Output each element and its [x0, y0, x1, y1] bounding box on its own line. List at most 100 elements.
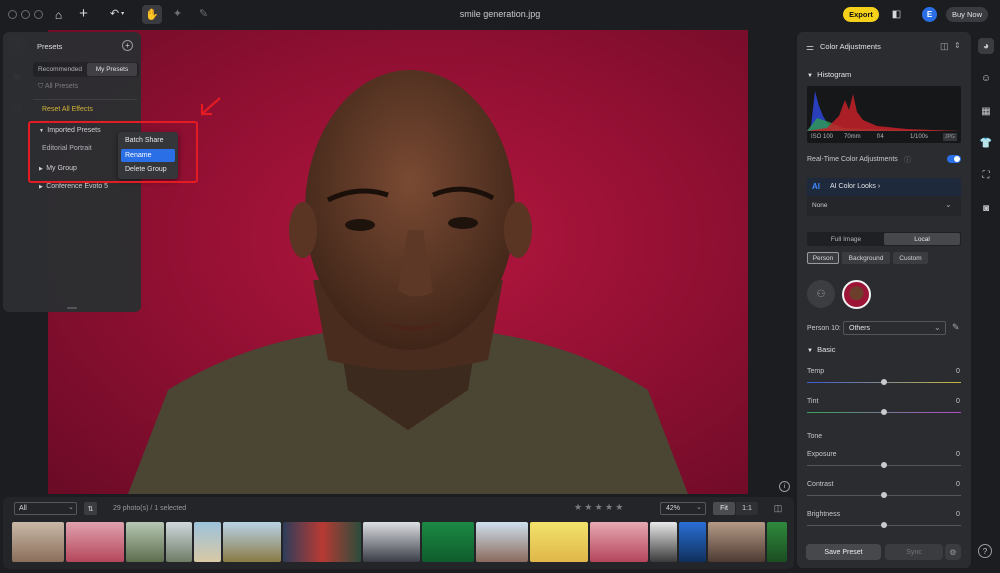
- person-thumbnail[interactable]: [842, 280, 871, 309]
- realtime-toggle[interactable]: [947, 155, 961, 163]
- export-button[interactable]: Export: [843, 7, 879, 22]
- tint-slider[interactable]: [807, 409, 961, 415]
- tint-slider-knob[interactable]: [881, 409, 887, 415]
- person-select[interactable]: Others ⌄: [843, 321, 946, 335]
- help-icon[interactable]: ?: [978, 544, 992, 558]
- clothing-icon[interactable]: 👕: [978, 135, 994, 151]
- split-view-icon[interactable]: ◫: [771, 502, 785, 515]
- photo-thumbnail[interactable]: [283, 522, 361, 562]
- tab-person[interactable]: Person: [807, 252, 839, 264]
- ai-color-looks-link[interactable]: AI Color Looks ›: [830, 183, 880, 190]
- photo-thumbnail[interactable]: [166, 522, 192, 562]
- brightness-slider[interactable]: [807, 522, 961, 528]
- exposure-slider-knob[interactable]: [881, 462, 887, 468]
- photo-thumbnail[interactable]: [530, 522, 588, 562]
- histogram-graph: [807, 91, 961, 131]
- tab-local[interactable]: Local: [884, 233, 960, 245]
- filter-label: All Presets: [44, 83, 79, 90]
- exposure-label: Exposure: [807, 451, 837, 458]
- exposure-slider[interactable]: [807, 462, 961, 468]
- star-icon[interactable]: ★: [595, 502, 603, 512]
- photo-thumbnail[interactable]: [194, 522, 221, 562]
- chevron-down-icon: ⌄: [696, 504, 702, 511]
- filter-all-presets[interactable]: ⛉ All Presets: [38, 83, 78, 91]
- save-preset-button[interactable]: Save Preset: [806, 544, 881, 560]
- expand-collapse-icon[interactable]: ⇕: [954, 41, 961, 50]
- photo-thumbnail[interactable]: [223, 522, 281, 562]
- arrow-annotation-icon: [200, 97, 221, 116]
- tab-background[interactable]: Background: [842, 252, 890, 264]
- buy-now-button[interactable]: Buy Now: [946, 7, 988, 22]
- resize-handle[interactable]: [67, 307, 77, 309]
- photo-thumbnail[interactable]: [66, 522, 124, 562]
- sort-icon[interactable]: ⇅: [84, 502, 97, 515]
- photo-thumbnail[interactable]: [590, 522, 648, 562]
- add-preset-icon[interactable]: +: [122, 40, 133, 51]
- ai-icon: AI: [812, 182, 820, 191]
- star-icon[interactable]: ★: [574, 502, 582, 512]
- histogram-section[interactable]: ▼ Histogram: [807, 70, 851, 79]
- panel-layout-icon[interactable]: ◫: [940, 41, 949, 52]
- ai-color-looks-box: AI AI Color Looks › None ⌄: [807, 178, 961, 216]
- panel-title: Color Adjustments: [820, 42, 881, 51]
- chevron-right-icon: ›: [877, 183, 881, 190]
- background-icon[interactable]: ▦: [978, 103, 994, 119]
- group-conference-evoto[interactable]: ▶ Conference Evoto 5: [39, 183, 108, 190]
- brightness-slider-knob[interactable]: [881, 522, 887, 528]
- camera-icon[interactable]: ◙: [978, 200, 994, 216]
- photo-thumbnail[interactable]: [476, 522, 528, 562]
- portrait-photo: [128, 70, 688, 494]
- histogram-label: Histogram: [817, 70, 852, 79]
- avatar[interactable]: E: [922, 7, 937, 22]
- contrast-slider[interactable]: [807, 492, 961, 498]
- photo-canvas[interactable]: [48, 30, 748, 494]
- rating-stars[interactable]: ★ ★ ★ ★ ★: [574, 502, 623, 513]
- one-to-one-button[interactable]: 1:1: [736, 502, 758, 515]
- fit-button[interactable]: Fit: [713, 502, 735, 515]
- zoom-select[interactable]: 42% ⌄: [660, 502, 706, 515]
- temp-slider-knob[interactable]: [881, 379, 887, 385]
- edit-icon[interactable]: ✎: [952, 322, 960, 333]
- contrast-value: 0: [956, 481, 960, 488]
- canvas-info-icon[interactable]: i: [779, 481, 790, 492]
- color-palette-icon[interactable]: ◕: [978, 38, 994, 54]
- scope-tabs: Full Image Local: [807, 232, 961, 246]
- star-icon[interactable]: ★: [584, 502, 592, 512]
- ai-looks-select[interactable]: None ⌄: [807, 196, 961, 216]
- photo-thumbnail[interactable]: [708, 522, 765, 562]
- reset-all-effects-link[interactable]: Reset All Effects: [42, 106, 93, 113]
- star-icon[interactable]: ★: [605, 502, 613, 512]
- filter-icon: ⛉: [38, 83, 45, 90]
- compare-icon[interactable]: ◧: [889, 7, 904, 22]
- contrast-label: Contrast: [807, 481, 834, 488]
- sync-settings-icon[interactable]: ⚙: [945, 544, 961, 560]
- photo-thumbnail[interactable]: [363, 522, 420, 562]
- ai-looks-value: None: [812, 202, 828, 209]
- info-icon[interactable]: ⓘ: [904, 155, 911, 165]
- photo-thumbnail[interactable]: [126, 522, 164, 562]
- tab-full-image[interactable]: Full Image: [808, 233, 884, 245]
- tab-my-presets[interactable]: My Presets: [87, 63, 137, 76]
- sync-button[interactable]: Sync: [885, 544, 943, 560]
- star-icon[interactable]: ★: [615, 502, 623, 512]
- photo-thumbnail[interactable]: [767, 522, 787, 562]
- photo-thumbnail[interactable]: [422, 522, 474, 562]
- photo-thumbnail[interactable]: [679, 522, 706, 562]
- sliders-icon: ⚌: [806, 42, 815, 52]
- color-adjustments-panel: ⚌ Color Adjustments ◫ ⇕ ▼ Histogram ISO …: [797, 32, 971, 568]
- photo-thumbnail[interactable]: [650, 522, 677, 562]
- contrast-slider-knob[interactable]: [881, 492, 887, 498]
- tab-custom[interactable]: Custom: [893, 252, 928, 264]
- exif-iso: ISO 100: [811, 134, 834, 140]
- photo-thumbnail[interactable]: [12, 522, 64, 562]
- chevron-down-icon: ⌄: [945, 200, 952, 209]
- temp-slider[interactable]: [807, 379, 961, 385]
- exposure-value: 0: [956, 451, 960, 458]
- filter-select[interactable]: All ⌄: [14, 502, 77, 515]
- tint-value: 0: [956, 398, 960, 405]
- all-persons-icon[interactable]: ⚇: [807, 280, 835, 308]
- tab-recommended[interactable]: Recommended: [35, 63, 85, 76]
- crop-icon[interactable]: ⛶: [978, 167, 994, 183]
- face-retouch-icon[interactable]: ☺: [978, 70, 994, 86]
- basic-section[interactable]: ▼ Basic: [807, 345, 835, 354]
